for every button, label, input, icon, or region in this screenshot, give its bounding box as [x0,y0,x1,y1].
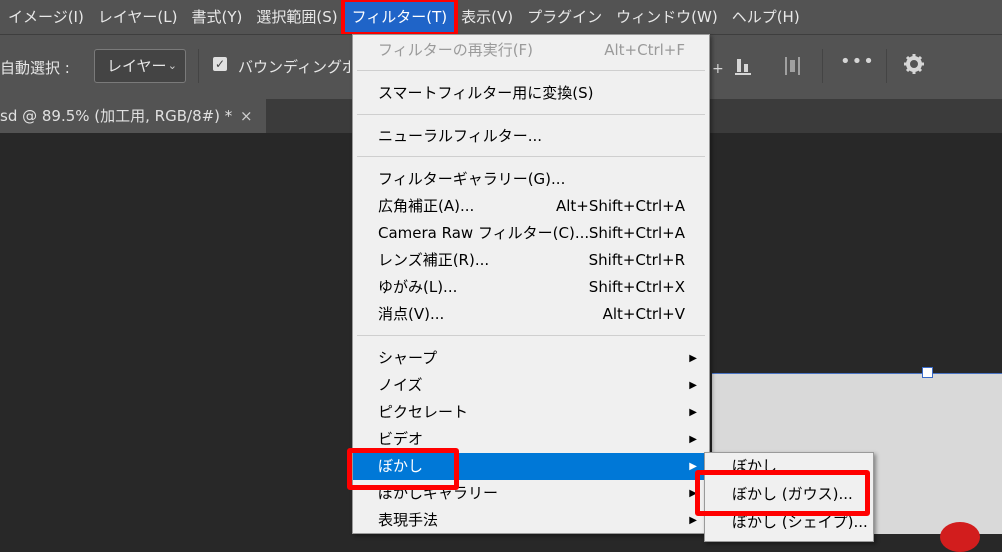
submenu-arrow-icon: ▶ [689,353,697,364]
menu-item-noise[interactable]: ノイズ ▶ [353,372,709,399]
submenu-arrow-icon: ▶ [689,407,697,418]
menu-separator [357,70,705,71]
menu-item-reapply-filter[interactable]: フィルターの再実行(F) Alt+Ctrl+F [353,37,709,64]
menu-bar: イメージ(I) レイヤー(L) 書式(Y) 選択範囲(S) フィルター(T) 表… [0,0,1002,36]
align-bottom-icon[interactable] [734,55,754,77]
menu-separator [357,335,705,336]
submenu-arrow-icon: ▶ [689,434,697,445]
document-tab[interactable]: sd @ 89.5% (加工用, RGB/8#) * [0,99,266,133]
menu-item-sharpen[interactable]: シャープ ▶ [353,345,709,372]
gear-icon[interactable] [903,53,929,75]
menu-filter[interactable]: フィルター(T) [340,0,458,36]
close-icon[interactable]: × [240,99,253,133]
annotation-highlight-gaussian-blur [695,470,870,516]
divider [886,49,887,83]
bounding-box-label: バウンディングボ [238,58,350,76]
menu-window[interactable]: ウィンドウ(W) [609,0,725,34]
submenu-arrow-icon: ▶ [689,380,697,391]
annotation-highlight-blur [347,448,459,490]
transform-handle[interactable] [922,367,933,378]
menu-view[interactable]: 表示(V) [454,0,520,34]
menu-item-lens-correction[interactable]: レンズ補正(R)... Shift+Ctrl+R [353,247,709,274]
bounding-box-checkbox[interactable]: ✓ [213,57,227,71]
menu-separator [357,114,705,115]
menu-layer[interactable]: レイヤー(L) [91,0,185,34]
menu-separator [357,156,705,157]
menu-item-adaptive-wide-angle[interactable]: 広角補正(A)... Alt+Shift+Ctrl+A [353,193,709,220]
more-options-icon[interactable]: ••• [840,51,875,73]
auto-select-label: 自動選択 : [0,59,70,77]
distribute-horizontal-icon[interactable] [783,55,803,77]
menu-item-vanishing-point[interactable]: 消点(V)... Alt+Ctrl+V [353,301,709,328]
auto-select-target-dropdown[interactable]: レイヤー ⌄ [94,49,186,83]
menu-select[interactable]: 選択範囲(S) [249,0,344,34]
document-tab-title: sd @ 89.5% (加工用, RGB/8#) * [0,107,233,125]
distribute-icon[interactable]: + [712,61,724,83]
menu-item-stylize[interactable]: 表現手法 ▶ [353,507,709,534]
menu-item-convert-smart-filter[interactable]: スマートフィルター用に変換(S) [353,80,709,107]
dropdown-value: レイヤー [107,57,167,75]
menu-type[interactable]: 書式(Y) [184,0,249,34]
chevron-down-icon: ⌄ [167,59,177,72]
divider [198,49,199,83]
menu-plugins[interactable]: プラグイン [520,0,609,34]
menu-item-camera-raw[interactable]: Camera Raw フィルター(C)... Shift+Ctrl+A [353,220,709,247]
menu-item-liquify[interactable]: ゆがみ(L)... Shift+Ctrl+X [353,274,709,301]
menu-help[interactable]: ヘルプ(H) [725,0,807,34]
divider [822,49,823,83]
image-content [940,522,980,552]
menu-item-pixelate[interactable]: ピクセレート ▶ [353,399,709,426]
menu-item-neural-filters[interactable]: ニューラルフィルター... [353,123,709,150]
menu-item-filter-gallery[interactable]: フィルターギャラリー(G)... [353,166,709,193]
menu-image[interactable]: イメージ(I) [0,0,91,34]
